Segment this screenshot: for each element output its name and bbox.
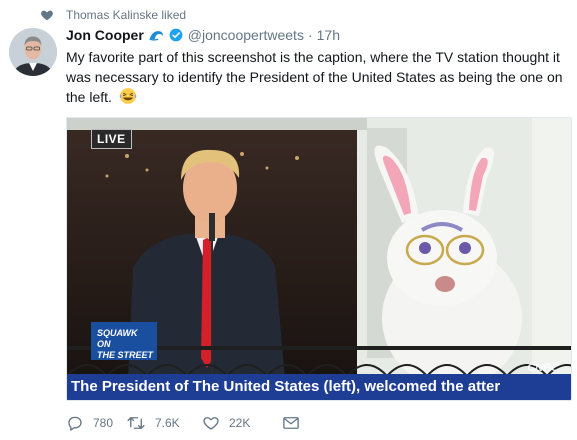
like-icon	[203, 417, 219, 430]
network-logo: CNBC	[527, 362, 559, 374]
tweet-header: Jon Cooper @joncoopertweets · 17h	[66, 27, 340, 43]
direct-message-button[interactable]	[282, 415, 309, 431]
laughing-emoji-icon	[119, 87, 137, 110]
avatar[interactable]	[9, 28, 57, 76]
reply-count: 780	[93, 416, 114, 430]
liked-by-text[interactable]: Thomas Kalinske liked	[66, 8, 186, 22]
like-button[interactable]: 22K	[202, 414, 282, 432]
show-logo-line1: SQUAWK ON	[97, 328, 138, 349]
social-context: Thomas Kalinske liked	[40, 6, 186, 24]
retweet-button[interactable]: 7.6K	[126, 414, 202, 432]
retweet-icon	[127, 417, 145, 429]
tweet-actions: 780 7.6K 22K	[66, 414, 309, 432]
tweet-text-content: My favorite part of this screenshot is t…	[66, 49, 563, 105]
separator: ·	[307, 27, 313, 43]
tweet-media[interactable]: LIVE SQUAWK ON THE STREET CNBC The Presi…	[66, 117, 572, 401]
heart-icon	[41, 10, 53, 21]
author-name[interactable]: Jon Cooper	[66, 27, 144, 43]
tv-caption: The President of The United States (left…	[67, 374, 571, 400]
tweet-text: My favorite part of this screenshot is t…	[66, 47, 571, 110]
like-count: 22K	[229, 416, 251, 430]
author-handle[interactable]: @joncoopertweets	[188, 27, 304, 43]
retweet-count: 7.6K	[155, 416, 180, 430]
show-logo: SQUAWK ON THE STREET	[91, 322, 157, 360]
wave-icon	[149, 31, 163, 41]
live-badge: LIVE	[91, 129, 132, 149]
reply-icon	[68, 416, 82, 431]
timestamp[interactable]: 17h	[317, 27, 340, 43]
show-logo-line2: THE STREET	[97, 350, 154, 360]
direct-message-icon	[283, 417, 299, 429]
reply-button[interactable]: 780	[66, 414, 126, 432]
verified-badge-icon	[169, 28, 183, 42]
